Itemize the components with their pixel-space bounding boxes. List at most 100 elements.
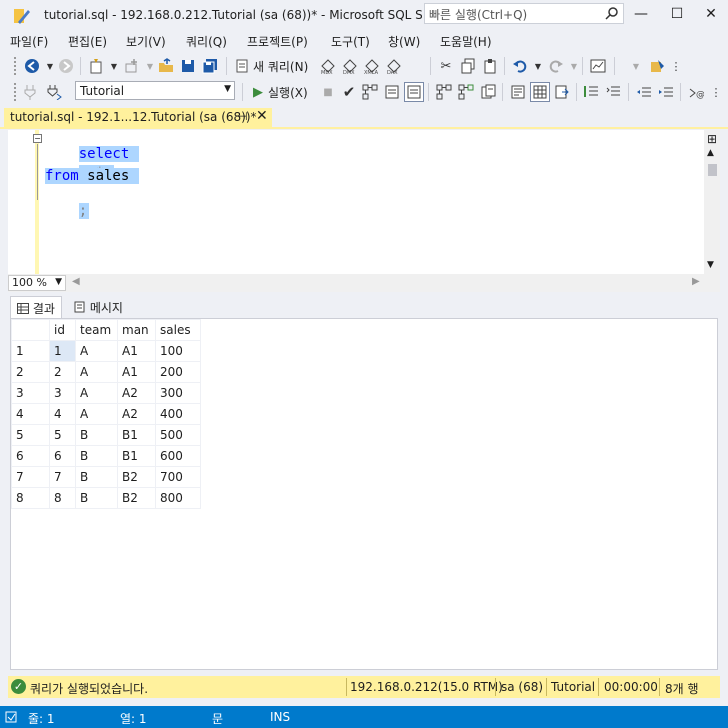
back-icon[interactable] <box>22 56 42 76</box>
undo-dropdown-icon[interactable]: ▼ <box>528 56 548 76</box>
row-header-corner[interactable] <box>11 319 50 341</box>
grid-cell[interactable]: B2 <box>117 466 156 488</box>
open-file-icon[interactable] <box>156 56 176 76</box>
grid-cell[interactable]: 3 <box>49 382 76 404</box>
grid-cell[interactable]: A2 <box>117 403 156 425</box>
grid-cell[interactable]: B <box>75 466 118 488</box>
menu-query[interactable]: 쿼리(Q) <box>186 33 227 50</box>
tab-results[interactable]: 결과 <box>10 296 62 318</box>
grid-cell[interactable]: 1 <box>49 340 76 362</box>
close-window-button[interactable]: ✕ <box>700 4 722 24</box>
new-query-icon[interactable] <box>232 56 252 76</box>
scroll-up-icon[interactable]: ▲ <box>707 148 714 158</box>
grid-cell[interactable]: B2 <box>117 487 156 509</box>
client-statistics-icon[interactable] <box>478 82 498 102</box>
grid-cell[interactable]: B1 <box>117 445 156 467</box>
grid-cell[interactable]: A1 <box>117 361 156 383</box>
copy-icon[interactable] <box>458 56 478 76</box>
grid-cell[interactable]: 500 <box>155 424 201 446</box>
new-query-button[interactable]: 새 쿼리(N) <box>253 58 308 75</box>
connect-icon[interactable] <box>20 82 40 102</box>
menu-edit[interactable]: 편집(E) <box>68 33 107 50</box>
database-select[interactable]: Tutorial ▼ <box>75 81 235 100</box>
change-connection-icon[interactable] <box>44 82 64 102</box>
maximize-button[interactable]: ☐ <box>666 4 688 24</box>
xmla-query-icon[interactable]: XMLA <box>362 56 382 76</box>
scroll-left-icon[interactable]: ◀ <box>72 276 80 287</box>
live-stats-icon[interactable] <box>456 82 476 102</box>
column-header[interactable]: sales <box>155 319 201 341</box>
grid-cell[interactable]: 100 <box>155 340 201 362</box>
row-number[interactable]: 8 <box>11 487 50 509</box>
zoom-select[interactable]: 100 % ▼ <box>8 275 66 291</box>
comment-lines-icon[interactable] <box>582 82 602 102</box>
row-number[interactable]: 2 <box>11 361 50 383</box>
menu-tools[interactable]: 도구(T) <box>331 33 370 50</box>
row-number[interactable]: 1 <box>11 340 50 362</box>
grid-cell[interactable]: B <box>75 487 118 509</box>
display-estimated-plan-icon[interactable] <box>360 82 380 102</box>
menu-file[interactable]: 파일(F) <box>10 33 48 50</box>
column-header[interactable]: id <box>49 319 76 341</box>
paste-icon[interactable] <box>480 56 500 76</box>
grid-cell[interactable]: A <box>75 403 118 425</box>
split-editor-icon[interactable]: ⊞ <box>704 132 720 146</box>
close-tab-icon[interactable]: ✕ <box>256 108 268 124</box>
menu-project[interactable]: 프로젝트(P) <box>247 33 308 50</box>
results-grid[interactable]: id team man sales 1 1 A A1 100 2 2 A A1 … <box>10 318 718 670</box>
row-number[interactable]: 3 <box>11 382 50 404</box>
grid-cell[interactable]: B <box>75 424 118 446</box>
increase-indent-icon[interactable] <box>656 82 676 102</box>
column-header[interactable]: man <box>117 319 156 341</box>
save-all-icon[interactable] <box>200 56 220 76</box>
scroll-thumb[interactable] <box>708 164 717 176</box>
grid-cell[interactable]: A <box>75 382 118 404</box>
column-header[interactable]: team <box>75 319 118 341</box>
query-options-icon[interactable] <box>382 82 402 102</box>
uncomment-lines-icon[interactable] <box>604 82 624 102</box>
grid-cell[interactable]: 300 <box>155 382 201 404</box>
quick-launch-input[interactable]: 빠른 실행(Ctrl+Q) <box>424 3 624 24</box>
grid-cell[interactable]: 5 <box>49 424 76 446</box>
dax-query-icon[interactable]: DAX <box>384 56 404 76</box>
toolbar-grip[interactable] <box>14 57 18 75</box>
mdx-query-icon[interactable]: MDX <box>318 56 338 76</box>
results-to-file-icon[interactable] <box>552 82 572 102</box>
grid-cell[interactable]: 800 <box>155 487 201 509</box>
scroll-down-icon[interactable]: ▼ <box>707 260 714 270</box>
save-icon[interactable] <box>178 56 198 76</box>
row-number[interactable]: 5 <box>11 424 50 446</box>
cut-icon[interactable]: ✂ <box>436 56 456 76</box>
pin-icon[interactable]: ⊣ <box>238 110 248 123</box>
grid-cell[interactable]: A1 <box>117 340 156 362</box>
grid-cell[interactable]: A <box>75 361 118 383</box>
results-to-text-icon[interactable] <box>508 82 528 102</box>
grid-cell[interactable]: A2 <box>117 382 156 404</box>
redo-icon[interactable] <box>546 56 566 76</box>
specify-template-params-icon[interactable]: @ <box>686 82 706 102</box>
execute-icon[interactable]: ▶ <box>248 82 268 102</box>
execute-button[interactable]: 실행(X) <box>268 84 308 101</box>
grid-cell[interactable]: B1 <box>117 424 156 446</box>
actual-plan-icon[interactable] <box>434 82 454 102</box>
new-project-dropdown-icon[interactable]: ▼ <box>104 56 124 76</box>
toolbar-overflow-icon[interactable]: ⋮ <box>706 82 726 102</box>
grid-cell[interactable]: 600 <box>155 445 201 467</box>
grid-cell[interactable]: 700 <box>155 466 201 488</box>
grid-cell[interactable]: 6 <box>49 445 76 467</box>
tab-messages[interactable]: 메시지 <box>68 296 129 318</box>
collapse-icon[interactable]: − <box>33 134 42 143</box>
intellisense-icon[interactable] <box>404 82 424 102</box>
add-item-icon[interactable] <box>122 56 142 76</box>
menu-window[interactable]: 창(W) <box>388 33 420 50</box>
scroll-right-icon[interactable]: ▶ <box>692 276 700 287</box>
undo-icon[interactable] <box>510 56 530 76</box>
grid-cell[interactable]: 8 <box>49 487 76 509</box>
row-number[interactable]: 6 <box>11 445 50 467</box>
menu-view[interactable]: 보기(V) <box>126 33 166 50</box>
redo-dropdown-icon[interactable]: ▼ <box>564 56 584 76</box>
parse-checkmark-icon[interactable]: ✔ <box>339 82 359 102</box>
grid-cell[interactable]: 400 <box>155 403 201 425</box>
toolbar-grip[interactable] <box>14 83 18 101</box>
editor-vertical-scrollbar[interactable]: ⊞ ▲ ▼ <box>704 130 720 274</box>
